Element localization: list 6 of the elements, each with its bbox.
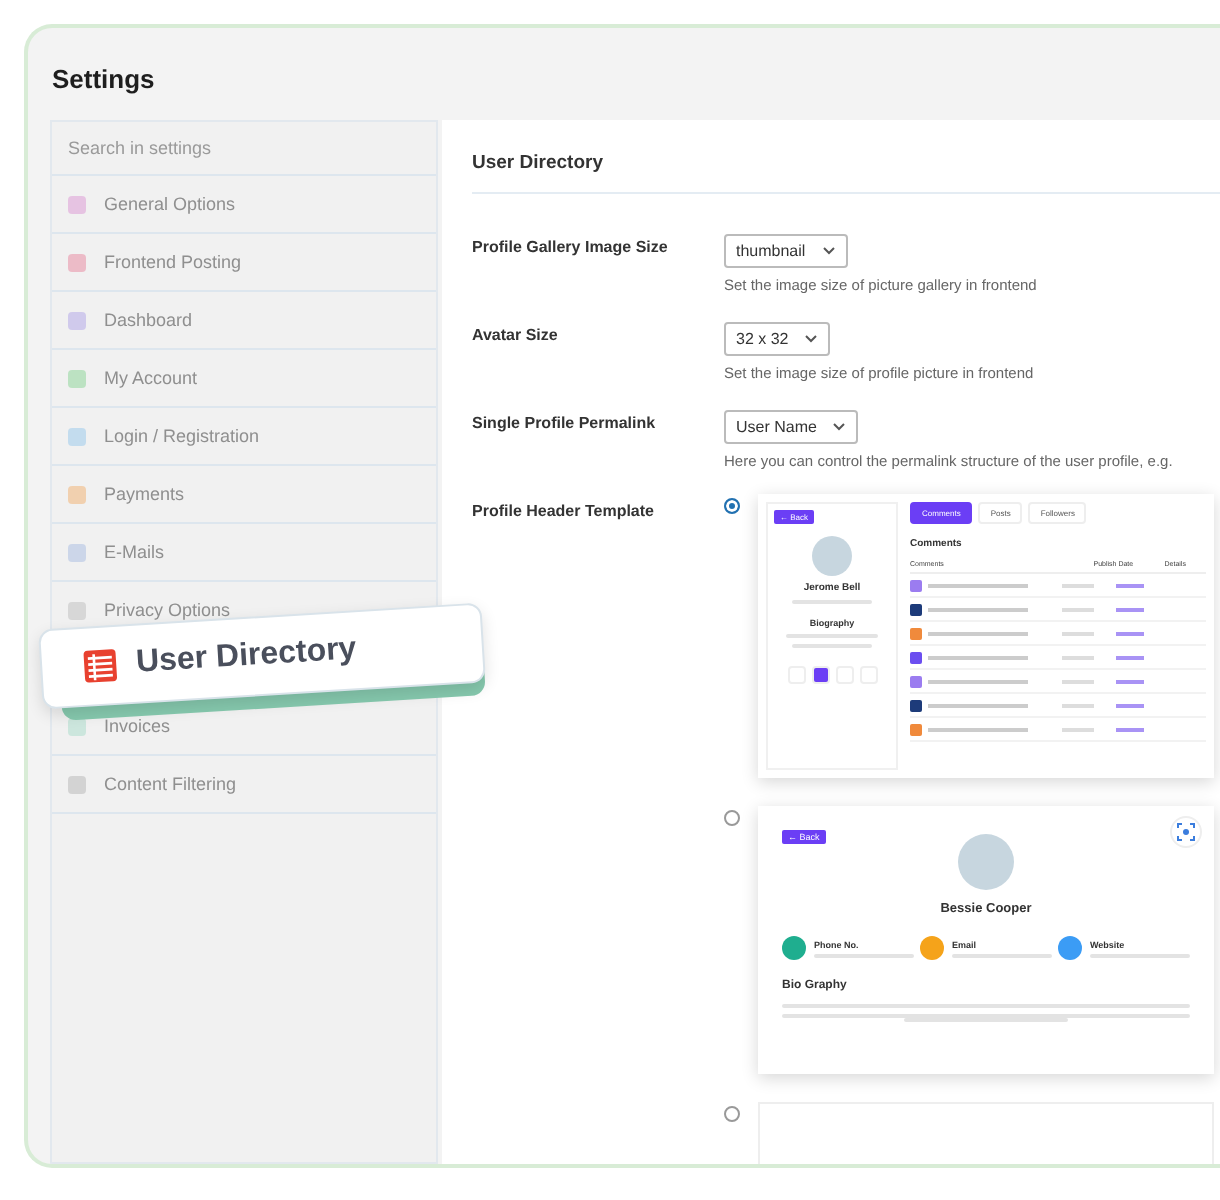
field-label: Avatar Size [472,324,560,348]
field-label: Single Profile Permalink [472,412,658,436]
field-label: Profile Header Template [472,500,656,524]
section-title: User Directory [472,152,1220,194]
window-title: Settings [50,62,157,98]
field-label: Profile Gallery Image Size [472,236,670,260]
